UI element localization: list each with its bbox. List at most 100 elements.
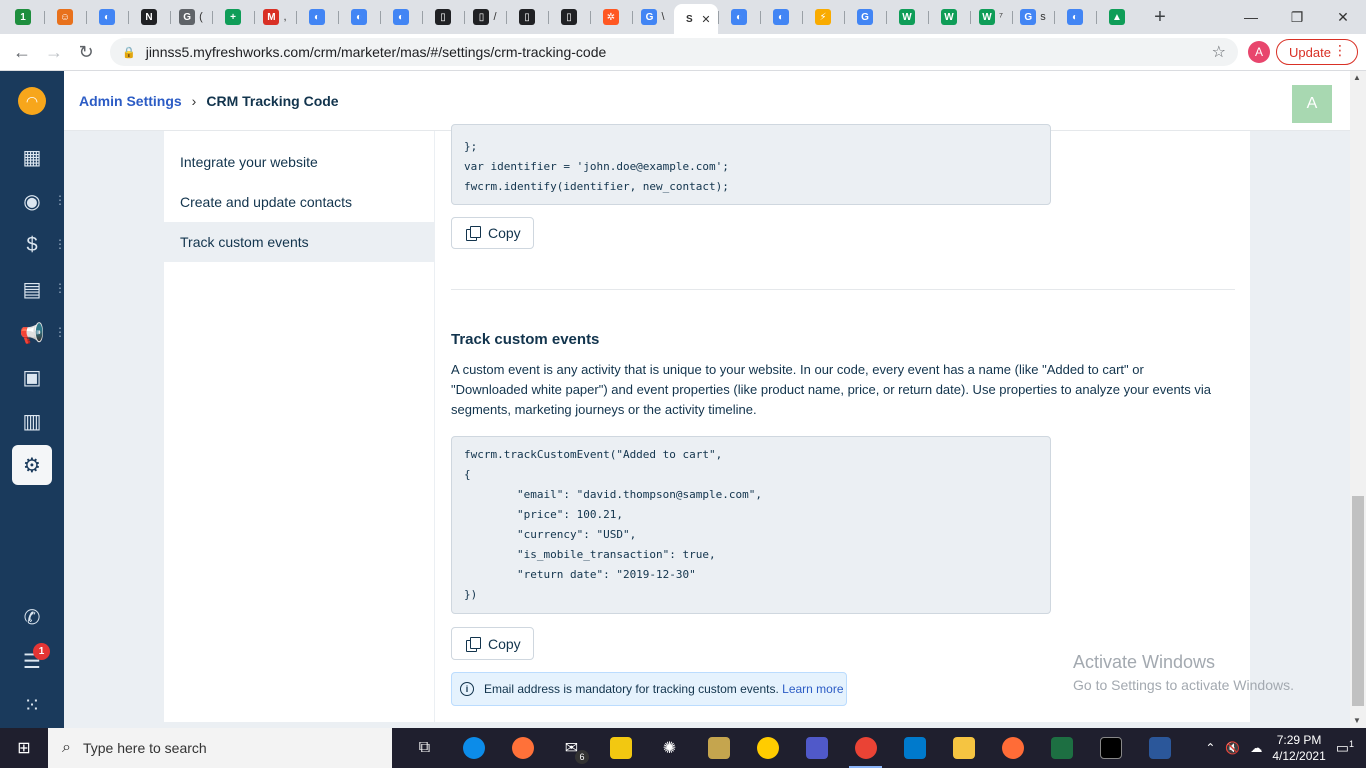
browser-tab[interactable]: Gs: [1012, 4, 1054, 30]
clock-time: 7:29 PM: [1276, 733, 1322, 747]
scrollbar-thumb[interactable]: [1352, 496, 1364, 706]
norton-icon[interactable]: [743, 728, 792, 768]
settings-gear-icon[interactable]: ⚙: [12, 445, 52, 485]
taskbar-search[interactable]: ⌕ Type here to search: [48, 728, 392, 768]
user-avatar[interactable]: A: [1292, 85, 1332, 123]
browser-tab[interactable]: ☺: [44, 4, 86, 30]
campaigns-megaphone-icon[interactable]: 📢: [12, 313, 52, 353]
back-arrow-icon[interactable]: ←: [6, 42, 38, 63]
section-description: A custom event is any activity that is u…: [451, 362, 1212, 417]
browser-tab[interactable]: ▯: [506, 4, 548, 30]
browser-tab[interactable]: ▯: [422, 4, 464, 30]
browser-tab[interactable]: G(: [170, 4, 212, 30]
update-button[interactable]: Update ⋮: [1276, 39, 1358, 65]
browser-tab[interactable]: ▯ /: [464, 4, 506, 30]
browser-tab[interactable]: ◐: [380, 4, 422, 30]
excel-icon[interactable]: [1037, 728, 1086, 768]
volume-muted-icon[interactable]: 🔇: [1225, 741, 1240, 755]
windows-start-icon[interactable]: ⊞: [0, 728, 48, 768]
cloud-icon[interactable]: ☁: [1250, 741, 1262, 755]
chevron-up-icon[interactable]: ⌃: [1205, 741, 1215, 755]
chrome-icon[interactable]: [841, 728, 890, 768]
browser-tab[interactable]: 1: [2, 4, 44, 30]
browser-tab[interactable]: M,: [254, 4, 296, 30]
browser-tab[interactable]: G \: [632, 4, 674, 30]
browser-tab[interactable]: ◐: [718, 4, 760, 30]
file-explorer-icon[interactable]: [939, 728, 988, 768]
breadcrumb-admin-settings[interactable]: Admin Settings: [79, 93, 182, 109]
address-bar[interactable]: 🔒 jinnss5.myfreshworks.com/crm/marketer/…: [110, 38, 1238, 66]
restore-icon[interactable]: ❐: [1274, 0, 1320, 34]
store-icon[interactable]: [596, 728, 645, 768]
browser-tab[interactable]: ⚡: [802, 4, 844, 30]
notification-count: 1: [1348, 739, 1354, 750]
code-line: "currency": "USD",: [464, 528, 637, 541]
section-divider: [451, 289, 1235, 290]
deals-dollar-icon[interactable]: $: [12, 225, 52, 265]
browser-tab[interactable]: N: [128, 4, 170, 30]
browser-tab[interactable]: W: [886, 4, 928, 30]
tab-favicon-icon: ◐: [393, 9, 409, 25]
vscode-icon[interactable]: [890, 728, 939, 768]
minimize-icon[interactable]: —: [1228, 0, 1274, 34]
tab-favicon-icon: W: [899, 9, 915, 25]
browser-tab[interactable]: W: [928, 4, 970, 30]
calendar-icon[interactable]: ▦: [12, 137, 52, 177]
profile-avatar[interactable]: A: [1248, 41, 1270, 63]
copy-icon: [466, 636, 481, 652]
scroll-up-icon[interactable]: ▲: [1353, 73, 1361, 82]
freshworks-logo-icon[interactable]: ◠: [18, 87, 46, 115]
reports-chart-icon[interactable]: ▥: [12, 401, 52, 441]
postman-icon[interactable]: [988, 728, 1037, 768]
app-grid-icon[interactable]: ⁙: [12, 685, 52, 725]
browser-tab[interactable]: ✲: [590, 4, 632, 30]
firefox-icon[interactable]: [498, 728, 547, 768]
browser-tab[interactable]: ◐: [1054, 4, 1096, 30]
copy-button[interactable]: Copy: [451, 627, 534, 660]
learn-more-link[interactable]: Learn more: [782, 682, 843, 696]
sheets-app-icon[interactable]: [694, 728, 743, 768]
teams-icon[interactable]: [792, 728, 841, 768]
edge-icon[interactable]: [449, 728, 498, 768]
browser-tab[interactable]: G: [844, 4, 886, 30]
subnav-track-custom-events[interactable]: Track custom events: [164, 222, 435, 262]
code-line: fwcrm.trackCustomEvent("Added to cart",: [464, 448, 723, 461]
browser-tab[interactable]: W⁷: [970, 4, 1012, 30]
browser-tab[interactable]: ◐: [760, 4, 802, 30]
browser-tab[interactable]: ◐: [86, 4, 128, 30]
tab-favicon-icon: ◐: [309, 9, 325, 25]
mail-icon[interactable]: ✉ 6: [547, 728, 596, 768]
bookmark-star-icon[interactable]: ☆: [1212, 42, 1226, 62]
new-tab-plus-icon[interactable]: +: [1146, 6, 1174, 29]
subnav-create-update-contacts[interactable]: Create and update contacts: [164, 182, 435, 222]
watermark-subtitle: Go to Settings to activate Windows.: [1073, 677, 1294, 693]
word-icon[interactable]: [1135, 728, 1184, 768]
subnav-integrate-website[interactable]: Integrate your website: [164, 142, 435, 182]
notifications-icon[interactable]: ▭1: [1336, 739, 1354, 757]
forward-arrow-icon[interactable]: →: [38, 42, 70, 63]
browser-tab[interactable]: ◐: [338, 4, 380, 30]
code-line: "price": 100.21,: [464, 508, 623, 521]
contacts-icon[interactable]: ◉: [12, 181, 52, 221]
marketing-board-icon[interactable]: ▣: [12, 357, 52, 397]
copy-button[interactable]: Copy: [451, 217, 534, 249]
terminal-icon[interactable]: [1086, 728, 1135, 768]
reload-icon[interactable]: ↻: [70, 42, 102, 63]
browser-tab[interactable]: ◐: [296, 4, 338, 30]
page-title: CRM Tracking Code: [206, 92, 339, 109]
page-header: Admin Settings › CRM Tracking Code A: [64, 71, 1350, 131]
conversations-icon[interactable]: ▤: [12, 269, 52, 309]
browser-tab[interactable]: S ✕: [674, 4, 718, 34]
taskbar-clock[interactable]: 7:29 PM 4/12/2021: [1272, 732, 1325, 764]
browser-tab[interactable]: ▲: [1096, 4, 1138, 30]
scroll-down-icon[interactable]: ▼: [1353, 716, 1361, 725]
search-icon: ⌕: [62, 739, 71, 756]
windows-taskbar: ⊞ ⌕ Type here to search ⧉ ✉ 6 ✺ ⌃ 🔇 ☁ 7:2…: [0, 728, 1366, 768]
close-window-icon[interactable]: ✕: [1320, 0, 1366, 34]
task-view-icon[interactable]: ⧉: [400, 728, 449, 768]
browser-tab[interactable]: ▯: [548, 4, 590, 30]
phone-icon[interactable]: ✆: [12, 597, 52, 637]
page-scrollbar[interactable]: ▲ ▼: [1350, 71, 1366, 728]
chatgpt-icon[interactable]: ✺: [645, 728, 694, 768]
browser-tab[interactable]: +: [212, 4, 254, 30]
